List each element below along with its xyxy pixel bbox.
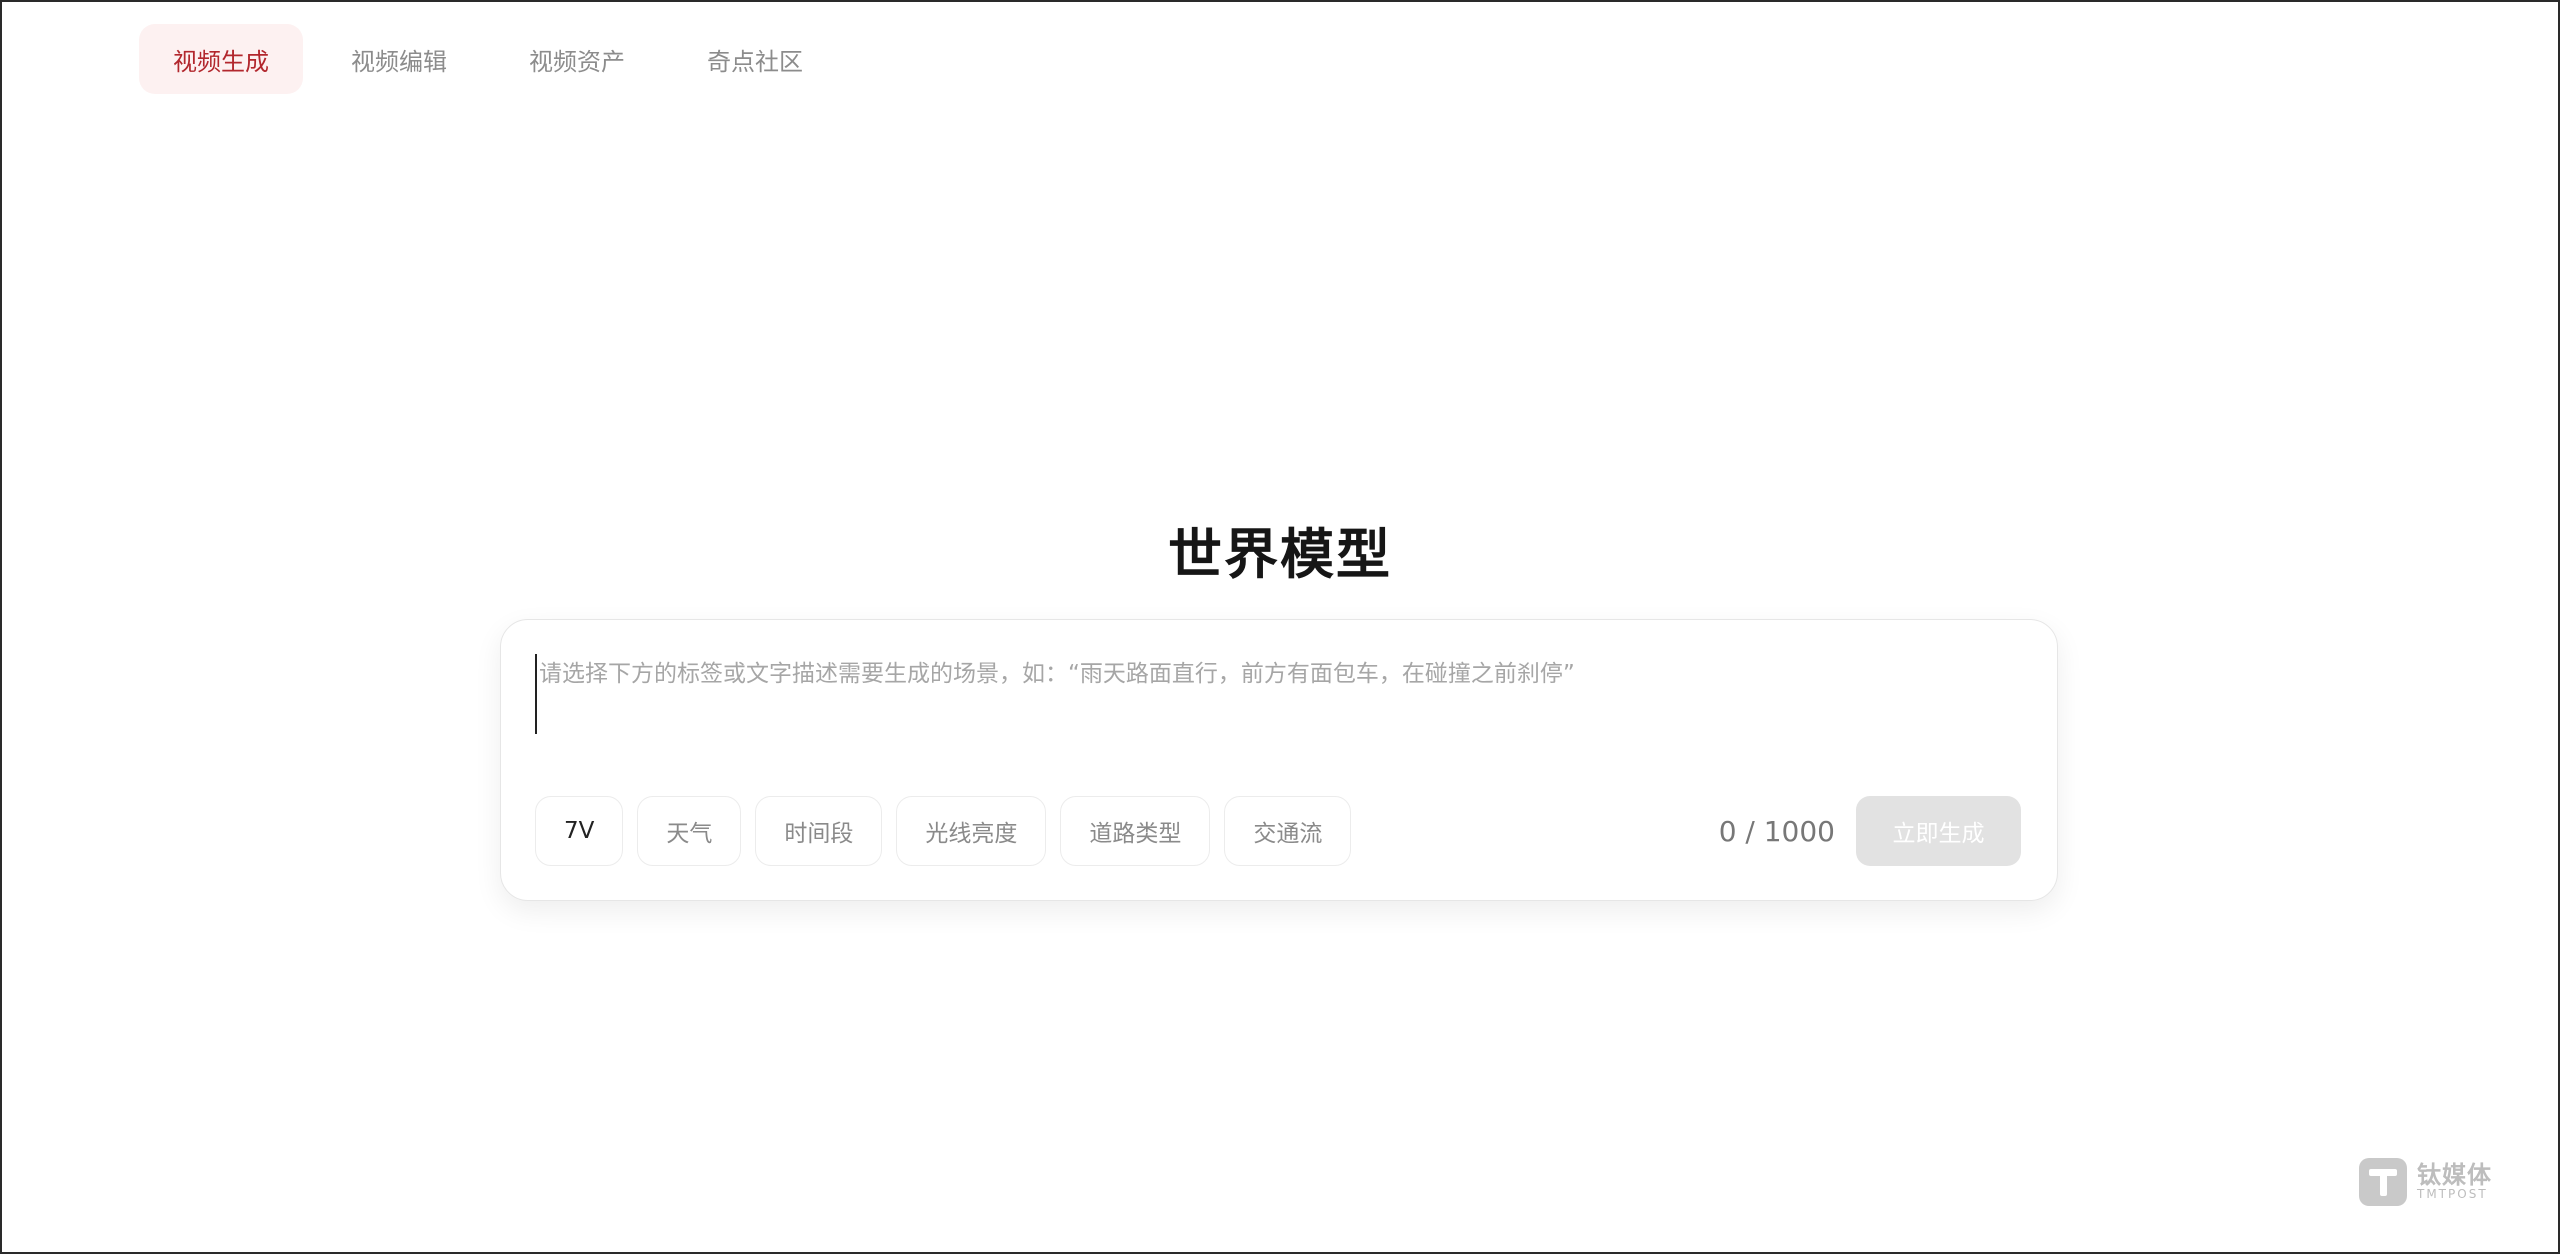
tmtpost-logo-icon: [2359, 1158, 2407, 1206]
top-nav: 视频生成 视频编辑 视频资产 奇点社区: [139, 24, 837, 94]
page-title: 世界模型: [1168, 523, 1392, 586]
tag-time-period[interactable]: 时间段: [755, 796, 883, 866]
tab-video-edit[interactable]: 视频编辑: [317, 24, 481, 94]
watermark-cn: 钛媒体: [2417, 1161, 2492, 1190]
app-window: 视频生成 视频编辑 视频资产 奇点社区 世界模型 7V 天气 时间段 光线亮度 …: [0, 0, 2560, 1254]
tag-7v[interactable]: 7V: [535, 796, 624, 866]
watermark-logo: 钛媒体 TMTPOST: [2359, 1158, 2492, 1206]
tab-video-generate[interactable]: 视频生成: [139, 24, 303, 94]
tag-list: 7V 天气 时间段 光线亮度 道路类型 交通流: [535, 796, 1352, 866]
generate-button[interactable]: 立即生成: [1856, 796, 2021, 866]
tag-weather[interactable]: 天气: [637, 796, 742, 866]
prompt-panel: 7V 天气 时间段 光线亮度 道路类型 交通流 0 / 1000 立即生成: [500, 619, 2058, 901]
watermark-en: TMTPOST: [2417, 1187, 2488, 1202]
tab-community[interactable]: 奇点社区: [673, 24, 837, 94]
char-counter: 0 / 1000: [1718, 814, 1835, 848]
prompt-input[interactable]: [535, 654, 2019, 734]
tag-traffic-flow[interactable]: 交通流: [1224, 796, 1352, 866]
watermark-text: 钛媒体 TMTPOST: [2417, 1161, 2492, 1202]
tag-road-type[interactable]: 道路类型: [1060, 796, 1211, 866]
tab-video-assets[interactable]: 视频资产: [495, 24, 659, 94]
tag-light-brightness[interactable]: 光线亮度: [896, 796, 1047, 866]
